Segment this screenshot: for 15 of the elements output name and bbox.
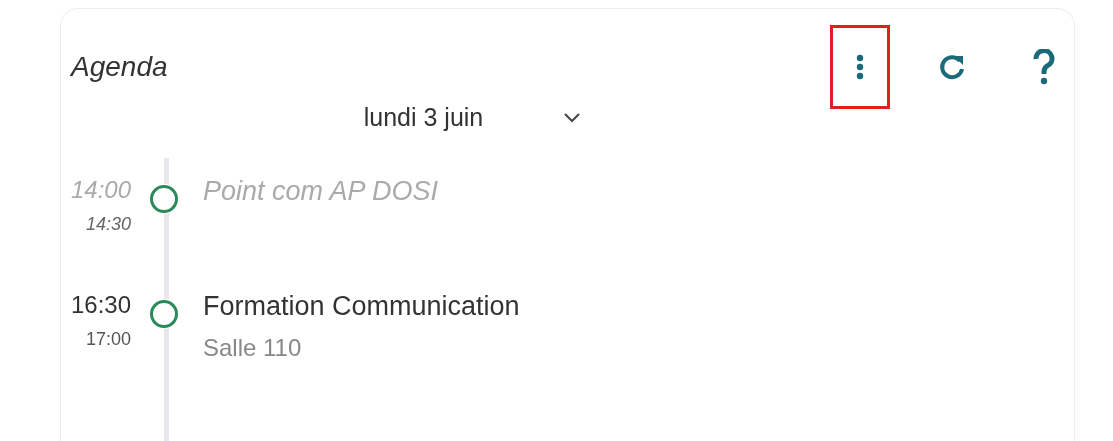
menu-button[interactable] [830, 25, 890, 109]
more-icon [856, 54, 864, 80]
chevron-down-icon[interactable] [563, 112, 582, 123]
date-label: lundi 3 juin [363, 103, 484, 132]
refresh-icon [938, 53, 966, 81]
start-time: 14:00 [70, 176, 131, 204]
end-time: 14:30 [85, 214, 131, 235]
timeline-dot-icon [149, 299, 179, 329]
event-location: Salle 110 [203, 334, 303, 362]
timeline-dot-icon [149, 184, 179, 214]
end-time: 17:00 [85, 329, 131, 350]
start-time: 16:30 [70, 291, 131, 319]
event-title[interactable]: Formation Communication [203, 291, 1074, 322]
help-icon [1032, 49, 1056, 85]
widget-title: Agenda [71, 51, 169, 83]
